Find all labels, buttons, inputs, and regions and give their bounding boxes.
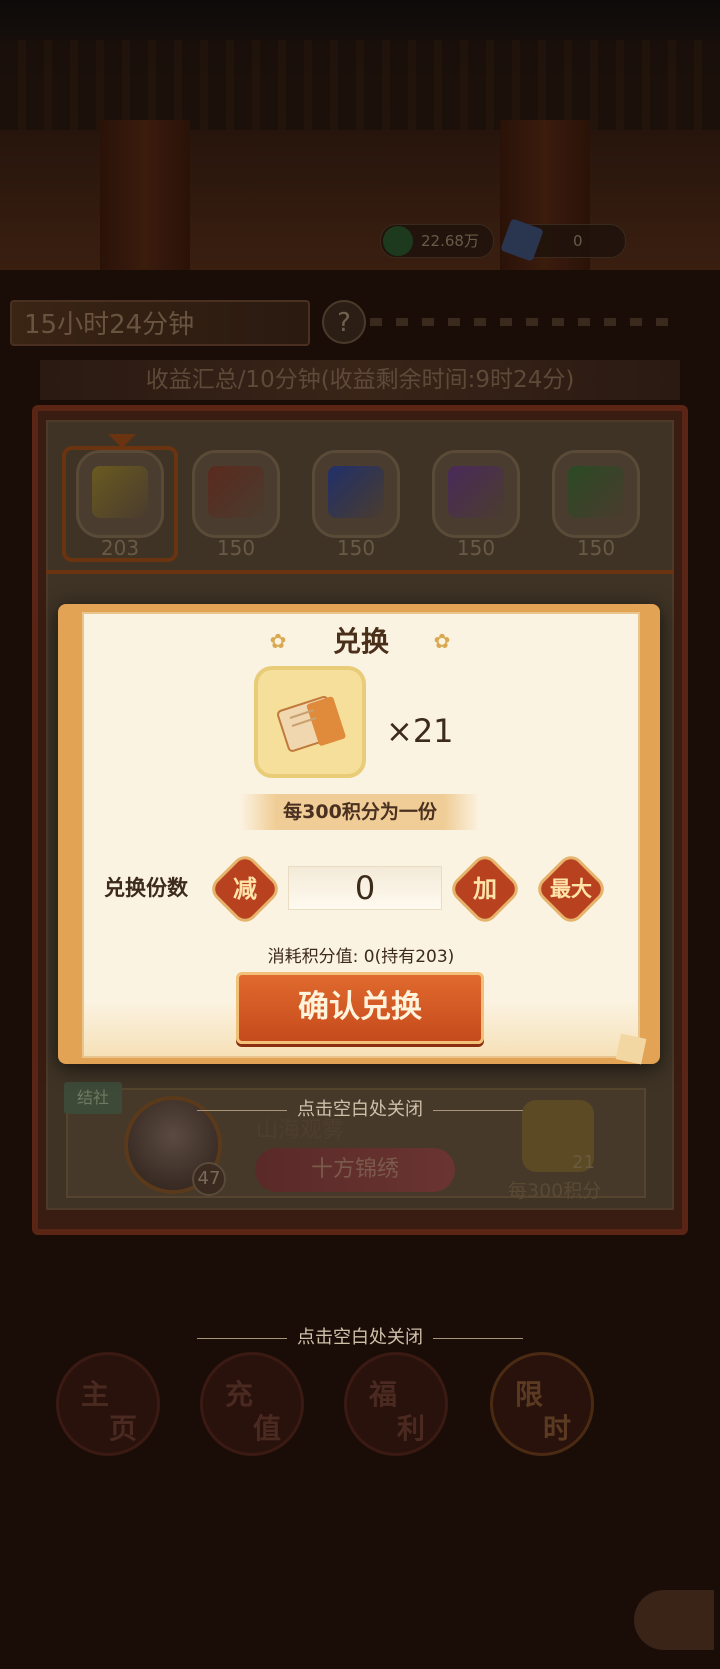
- max-label: 最大: [550, 877, 592, 901]
- progress-dots: [370, 318, 670, 326]
- nav-label-bottom: 利: [397, 1412, 426, 1445]
- nav-label-bottom: 页: [109, 1412, 138, 1445]
- nav-label-bottom: 值: [253, 1412, 282, 1445]
- nav-label-top: 充: [225, 1378, 254, 1411]
- tab-divider: [46, 570, 674, 574]
- nav-home[interactable]: 主 页: [56, 1352, 160, 1456]
- scroll-icon: [276, 695, 346, 752]
- modal-title: 兑换: [332, 625, 389, 658]
- close-hint-panel[interactable]: 点击空白处关闭: [0, 1323, 720, 1349]
- event-timer: 15小时24分钟: [10, 300, 310, 346]
- tab-scroll-green[interactable]: 150: [544, 446, 648, 560]
- nav-label-top: 主: [81, 1378, 110, 1411]
- close-hint-text: 点击空白处关闭: [297, 1099, 423, 1120]
- tab-count: 150: [576, 536, 616, 560]
- quantity-label: 兑换份数: [104, 876, 188, 900]
- tab-scroll-blue[interactable]: 150: [304, 446, 408, 560]
- tab-scroll-yellow[interactable]: 203: [68, 446, 172, 560]
- avatar-level: 47: [192, 1162, 226, 1196]
- item-quantity: ×21: [386, 712, 454, 750]
- roof-beams: [0, 40, 720, 130]
- book-icon: [448, 466, 504, 518]
- ticket-value: 0: [573, 232, 583, 250]
- close-hint-text: 点击空白处关闭: [297, 1327, 423, 1348]
- confirm-exchange-button[interactable]: 确认兑换: [236, 972, 484, 1044]
- book-icon: [568, 466, 624, 518]
- book-icon: [328, 466, 384, 518]
- nav-label-top: 福: [369, 1378, 398, 1411]
- book-icon: [208, 466, 264, 518]
- cost-summary: 消耗积分值: 0(持有203): [267, 947, 455, 967]
- book-icon: [92, 466, 148, 518]
- exchange-rate: 每300积分为一份: [240, 794, 480, 830]
- item-cost: 每300积分: [508, 1180, 602, 1202]
- nav-welfare[interactable]: 福 利: [344, 1352, 448, 1456]
- back-icon[interactable]: [634, 1590, 714, 1650]
- close-hint-modal[interactable]: 点击空白处关闭: [0, 1095, 720, 1121]
- coin-icon: [383, 226, 413, 256]
- increase-label: 加: [473, 875, 497, 903]
- coin-value: 22.68万: [421, 232, 479, 250]
- max-button[interactable]: 最大: [537, 855, 605, 923]
- page-curl-icon: [615, 1033, 647, 1065]
- item-count: 21: [572, 1152, 595, 1173]
- tab-count: 150: [456, 536, 496, 560]
- tab-count: 150: [336, 536, 376, 560]
- nav-label-bottom: 时: [543, 1412, 572, 1445]
- nav-recharge[interactable]: 充 值: [200, 1352, 304, 1456]
- quantity-input[interactable]: [288, 866, 442, 910]
- title-badge: 十方锦绣: [255, 1148, 455, 1192]
- tab-scroll-purple[interactable]: 150: [424, 446, 528, 560]
- ticket-counter: 0: [500, 218, 626, 262]
- pillar-left: [100, 120, 190, 270]
- tab-count: 150: [216, 536, 256, 560]
- question-icon[interactable]: ?: [322, 300, 366, 344]
- decrease-button[interactable]: 减: [211, 855, 279, 923]
- tab-count: 203: [100, 536, 140, 560]
- nav-limited[interactable]: 限 时: [490, 1352, 594, 1456]
- income-summary-header: 收益汇总/10分钟(收益剩余时间:9时24分): [40, 360, 680, 400]
- flower-icon: ✿: [433, 629, 451, 653]
- coin-counter: 22.68万: [380, 224, 494, 258]
- decrease-label: 减: [233, 875, 257, 903]
- tab-scroll-red[interactable]: 150: [184, 446, 288, 560]
- increase-button[interactable]: 加: [451, 855, 519, 923]
- nav-label-top: 限: [515, 1378, 544, 1411]
